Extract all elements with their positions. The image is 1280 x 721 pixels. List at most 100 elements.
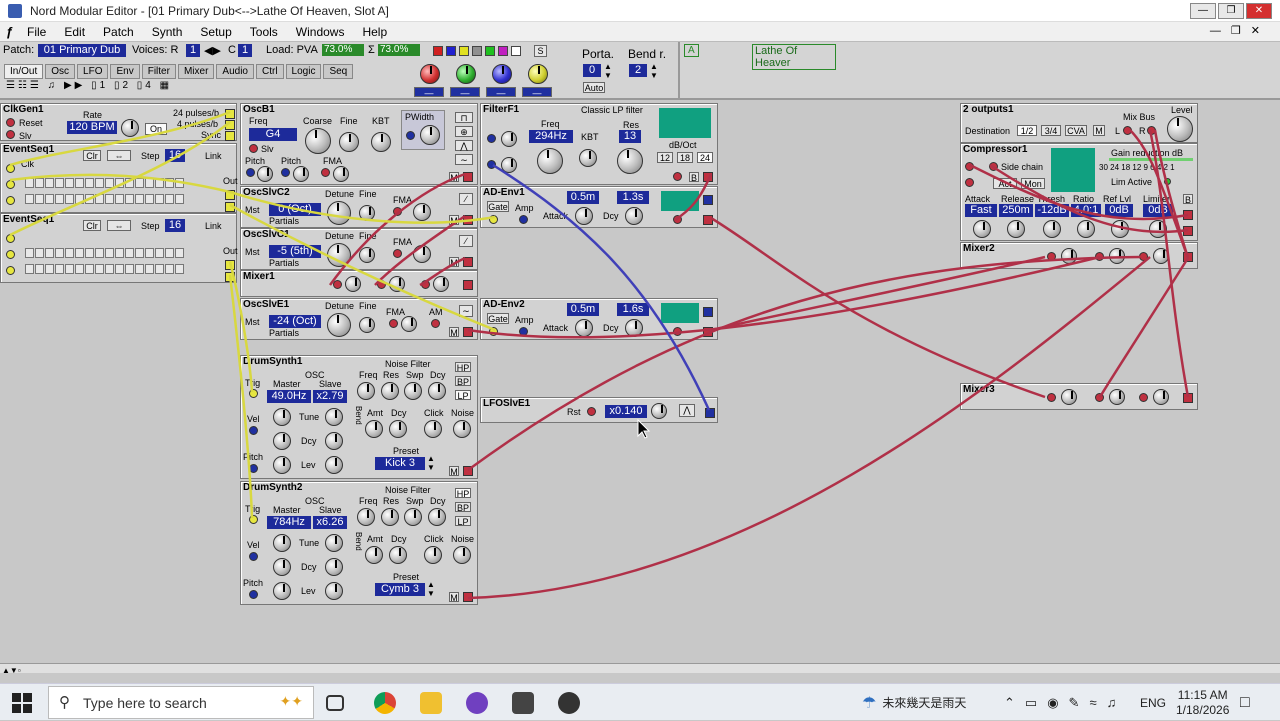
res-knob[interactable]	[617, 148, 643, 174]
noise-dcy-knob[interactable]	[428, 508, 446, 526]
bend-amt-knob[interactable]	[365, 546, 383, 564]
detune-display[interactable]: -24 (Oct)	[269, 315, 321, 328]
trig-input-port[interactable]	[249, 389, 258, 398]
module-oscslvc2[interactable]: OscSlvC2 Mst 0 (Oct) Partials Detune Fin…	[240, 186, 478, 228]
filter-hp-button[interactable]: HP	[455, 362, 471, 373]
filter-bp-button[interactable]: BP	[455, 502, 471, 513]
gate-button[interactable]: Gate	[487, 201, 509, 212]
amp-input-port[interactable]	[519, 327, 528, 336]
menu-help[interactable]: Help	[353, 25, 396, 39]
res-display[interactable]: 13	[619, 130, 641, 143]
battery-icon[interactable]: ▭	[1025, 695, 1037, 711]
comp-left-output-port[interactable]	[1183, 210, 1193, 220]
slope-18-button[interactable]: 18	[677, 152, 693, 163]
slave-input-port[interactable]	[249, 144, 258, 153]
freq-mod-input-2-port[interactable]	[487, 160, 496, 169]
fma-input-port[interactable]	[389, 319, 398, 328]
mute-button[interactable]: M	[449, 466, 459, 477]
porta-auto-button[interactable]: Auto	[583, 82, 605, 93]
notifications-icon[interactable]: □	[1240, 684, 1250, 721]
task-view-icon[interactable]	[326, 695, 344, 711]
module-eventseq2[interactable]: EventSeq1 Clr ⇔ Step 16 Link Out	[0, 213, 238, 283]
noise-swp-knob[interactable]	[404, 508, 422, 526]
release-knob[interactable]	[1007, 220, 1025, 238]
drum-output-port[interactable]	[463, 466, 473, 476]
fine-knob[interactable]	[339, 132, 359, 152]
filter-freq-display[interactable]: 294Hz	[529, 130, 573, 143]
bypass-button[interactable]: B	[1183, 194, 1193, 205]
freq-mod-2-knob[interactable]	[501, 157, 517, 173]
slope-24-button[interactable]: 24	[697, 152, 713, 163]
seq-mode-button[interactable]: ⇔	[107, 150, 131, 161]
rst-input-port[interactable]	[6, 250, 15, 259]
reset-input-port[interactable]	[6, 118, 15, 127]
slave-input-port[interactable]	[6, 130, 15, 139]
bend-dcy-knob[interactable]	[389, 546, 407, 564]
morph-yellow-group-button[interactable]: —	[522, 87, 552, 98]
detune-knob[interactable]	[327, 201, 351, 225]
lfo-rst-input-port[interactable]	[587, 407, 596, 416]
pitch2-mod-knob[interactable]	[293, 166, 309, 182]
fine-knob[interactable]	[359, 247, 375, 263]
ref-lvl-knob[interactable]	[1111, 220, 1129, 238]
step-display[interactable]: 16	[165, 149, 185, 162]
decay-knob[interactable]	[625, 207, 643, 225]
side-chain-input-port[interactable]	[989, 162, 998, 171]
preset-spin-icon[interactable]: ▲ ▼	[427, 580, 435, 598]
attack-knob[interactable]	[973, 220, 991, 238]
osc-output-port[interactable]	[463, 172, 473, 182]
noise-res-knob[interactable]	[381, 508, 399, 526]
seq-step-row-1[interactable]	[25, 248, 184, 258]
preset-display[interactable]: Kick 3	[375, 457, 425, 470]
clk-input-port[interactable]	[6, 164, 15, 173]
output-level-knob[interactable]	[1167, 116, 1193, 142]
language-indicator[interactable]: ENG	[1140, 684, 1166, 721]
slave-level-knob[interactable]	[325, 456, 343, 474]
module-oscslve1[interactable]: OscSlvE1 Mst -24 (Oct) Partials Detune F…	[240, 298, 478, 340]
env-audio-input-port[interactable]	[673, 327, 682, 336]
amp-input-port[interactable]	[519, 215, 528, 224]
color-red-swatch[interactable]	[433, 46, 443, 56]
patch-name-display[interactable]: 01 Primary Dub	[38, 44, 126, 57]
morph-blue-group-button[interactable]: —	[486, 87, 516, 98]
module-eventseq1[interactable]: EventSeq1 Clr ⇔ Step 16 Link Out Clk	[0, 143, 238, 213]
menu-file[interactable]: File	[18, 25, 55, 39]
morph-knob-blue[interactable]	[492, 64, 512, 84]
wave-button[interactable]: ∕	[459, 235, 473, 247]
tab-filter[interactable]: Filter	[141, 64, 176, 79]
morph-knob-red[interactable]	[420, 64, 440, 84]
morph-knob-green[interactable]	[456, 64, 476, 84]
mute-button[interactable]: M	[1093, 125, 1105, 136]
preset-display[interactable]: Cymb 3	[375, 583, 425, 596]
filter-input-port[interactable]	[673, 172, 682, 181]
thresh-knob[interactable]	[1043, 220, 1061, 238]
filter-output-port[interactable]	[703, 172, 713, 182]
clear-button[interactable]: Clr	[83, 220, 101, 231]
fine-knob[interactable]	[359, 317, 375, 333]
sync-output-port[interactable]	[225, 131, 235, 141]
mdi-window-buttons[interactable]: —❐✕	[1210, 24, 1270, 37]
master-freq-display[interactable]: 784Hz	[267, 516, 311, 529]
mix-output-port[interactable]	[1183, 252, 1193, 262]
seq-output-port-1[interactable]	[225, 190, 235, 200]
kbt-knob[interactable]	[579, 149, 597, 167]
slot-name-field[interactable]: Lathe Of Heaver	[752, 44, 836, 70]
slave-ratio-display[interactable]: x6.26	[313, 516, 347, 529]
bend-dcy-knob[interactable]	[389, 420, 407, 438]
pitch2-input-port[interactable]	[281, 168, 290, 177]
windows-start-icon[interactable]	[12, 693, 32, 713]
wave-tri-button[interactable]: ⋀	[455, 140, 473, 151]
mute-button[interactable]: M	[449, 172, 459, 183]
snc-input-port[interactable]	[6, 196, 15, 205]
menu-tools[interactable]: Tools	[241, 25, 287, 39]
seq-output-port-1[interactable]	[225, 260, 235, 270]
click-knob[interactable]	[424, 420, 442, 438]
mute-button[interactable]: M	[449, 257, 459, 268]
voices-arrows-icon[interactable]: ◀▶	[204, 44, 221, 57]
module-palette-icons[interactable]: ☰☷☰ ♫ ▶▶ ▯1 ▯2 ▯4 ▦	[6, 80, 172, 91]
freq-mod-input-1-port[interactable]	[487, 134, 496, 143]
trig-input-port[interactable]	[249, 515, 258, 524]
module-compressor1[interactable]: Compressor1 Side chain Act Mon Gain redu…	[960, 143, 1198, 241]
dest-3-4-button[interactable]: 3/4	[1041, 125, 1061, 136]
env-audio-output-port[interactable]	[703, 327, 713, 337]
